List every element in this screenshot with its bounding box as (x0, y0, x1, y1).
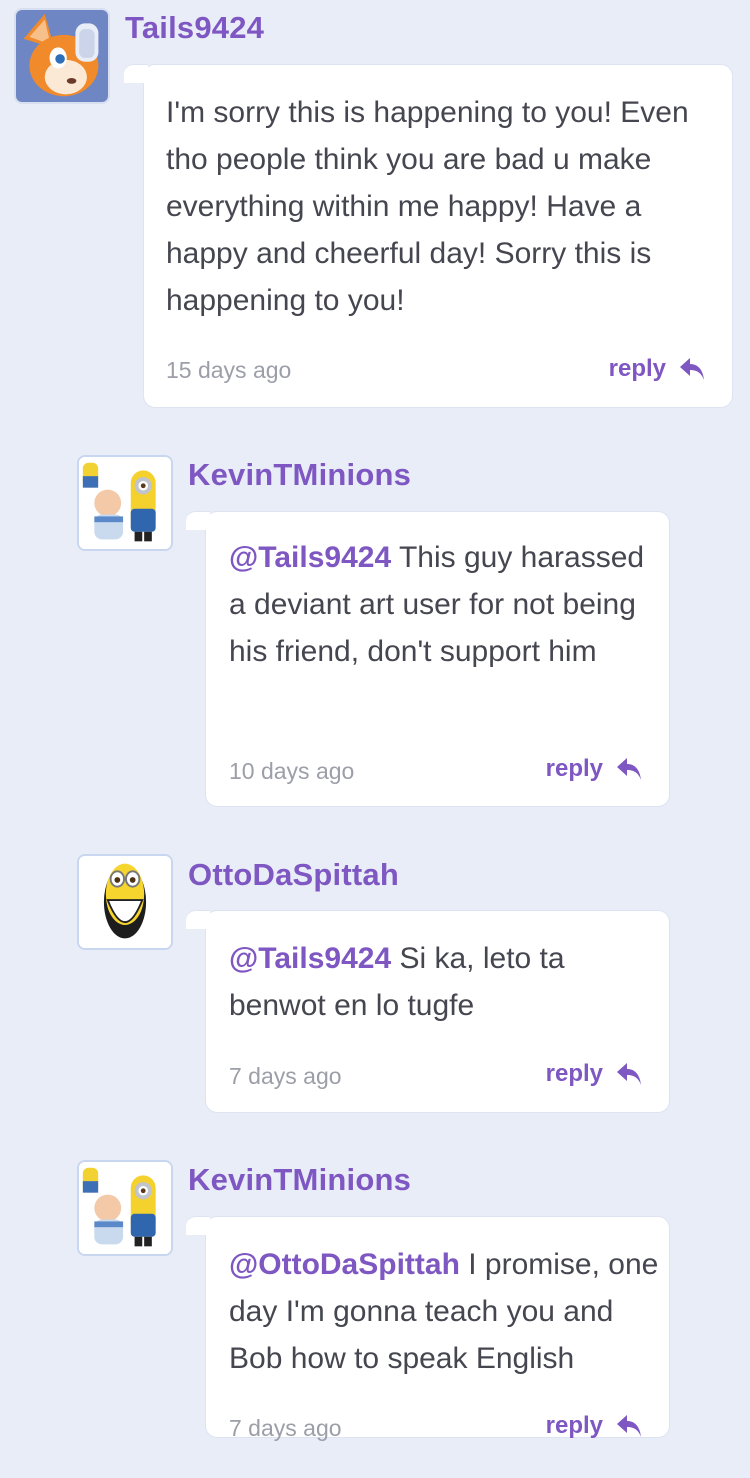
avatar[interactable] (77, 854, 173, 950)
otto-minion-avatar-icon (79, 856, 171, 948)
reply-arrow-icon (617, 758, 641, 780)
reply-arrow-icon (680, 358, 704, 380)
comment-body: I'm sorry this is happening to you! Even… (166, 96, 689, 317)
timestamp: 15 days ago (166, 357, 292, 383)
reply-button[interactable]: reply (609, 355, 706, 383)
avatar[interactable] (77, 455, 173, 551)
username[interactable]: Tails9424 (125, 10, 264, 46)
reply-label: reply (545, 755, 603, 782)
mention-link[interactable]: @OttoDaSpittah (229, 1248, 460, 1281)
reply-label: reply (545, 1060, 603, 1087)
reply-button[interactable]: reply (546, 1060, 643, 1088)
timestamp: 10 days ago (229, 758, 355, 784)
username[interactable]: OttoDaSpittah (188, 857, 399, 893)
comment-text: @Tails9424 Si ka, leto ta benwot en lo t… (229, 935, 649, 1029)
minion-avatar-icon (79, 457, 171, 549)
reply-arrow-icon (617, 1063, 641, 1085)
minion-avatar-icon (79, 1162, 171, 1254)
comment-bubble: I'm sorry this is happening to you! Even… (124, 64, 733, 408)
comment-text: @Tails9424 This guy harassed a deviant a… (229, 534, 649, 675)
reply-button[interactable]: reply (546, 1412, 643, 1440)
mention-link[interactable]: @Tails9424 (229, 541, 391, 574)
reply-label: reply (545, 1412, 603, 1439)
timestamp: 7 days ago (229, 1415, 342, 1441)
reply-button[interactable]: reply (546, 755, 643, 783)
fox-avatar-icon (16, 10, 108, 102)
reply-label: reply (608, 355, 666, 382)
comment-text: I'm sorry this is happening to you! Even… (166, 89, 714, 324)
timestamp: 7 days ago (229, 1063, 342, 1089)
comment-bubble: @Tails9424 This guy harassed a deviant a… (186, 511, 670, 807)
mention-link[interactable]: @Tails9424 (229, 942, 391, 975)
reply-arrow-icon (617, 1415, 641, 1437)
comment-text: @OttoDaSpittah I promise, one day I'm go… (229, 1241, 659, 1382)
avatar[interactable] (77, 1160, 173, 1256)
username[interactable]: KevinTMinions (188, 1162, 411, 1198)
comment-bubble: @Tails9424 Si ka, leto ta benwot en lo t… (186, 910, 670, 1113)
comment-bubble: @OttoDaSpittah I promise, one day I'm go… (186, 1216, 670, 1441)
avatar[interactable] (14, 8, 110, 104)
username[interactable]: KevinTMinions (188, 457, 411, 493)
